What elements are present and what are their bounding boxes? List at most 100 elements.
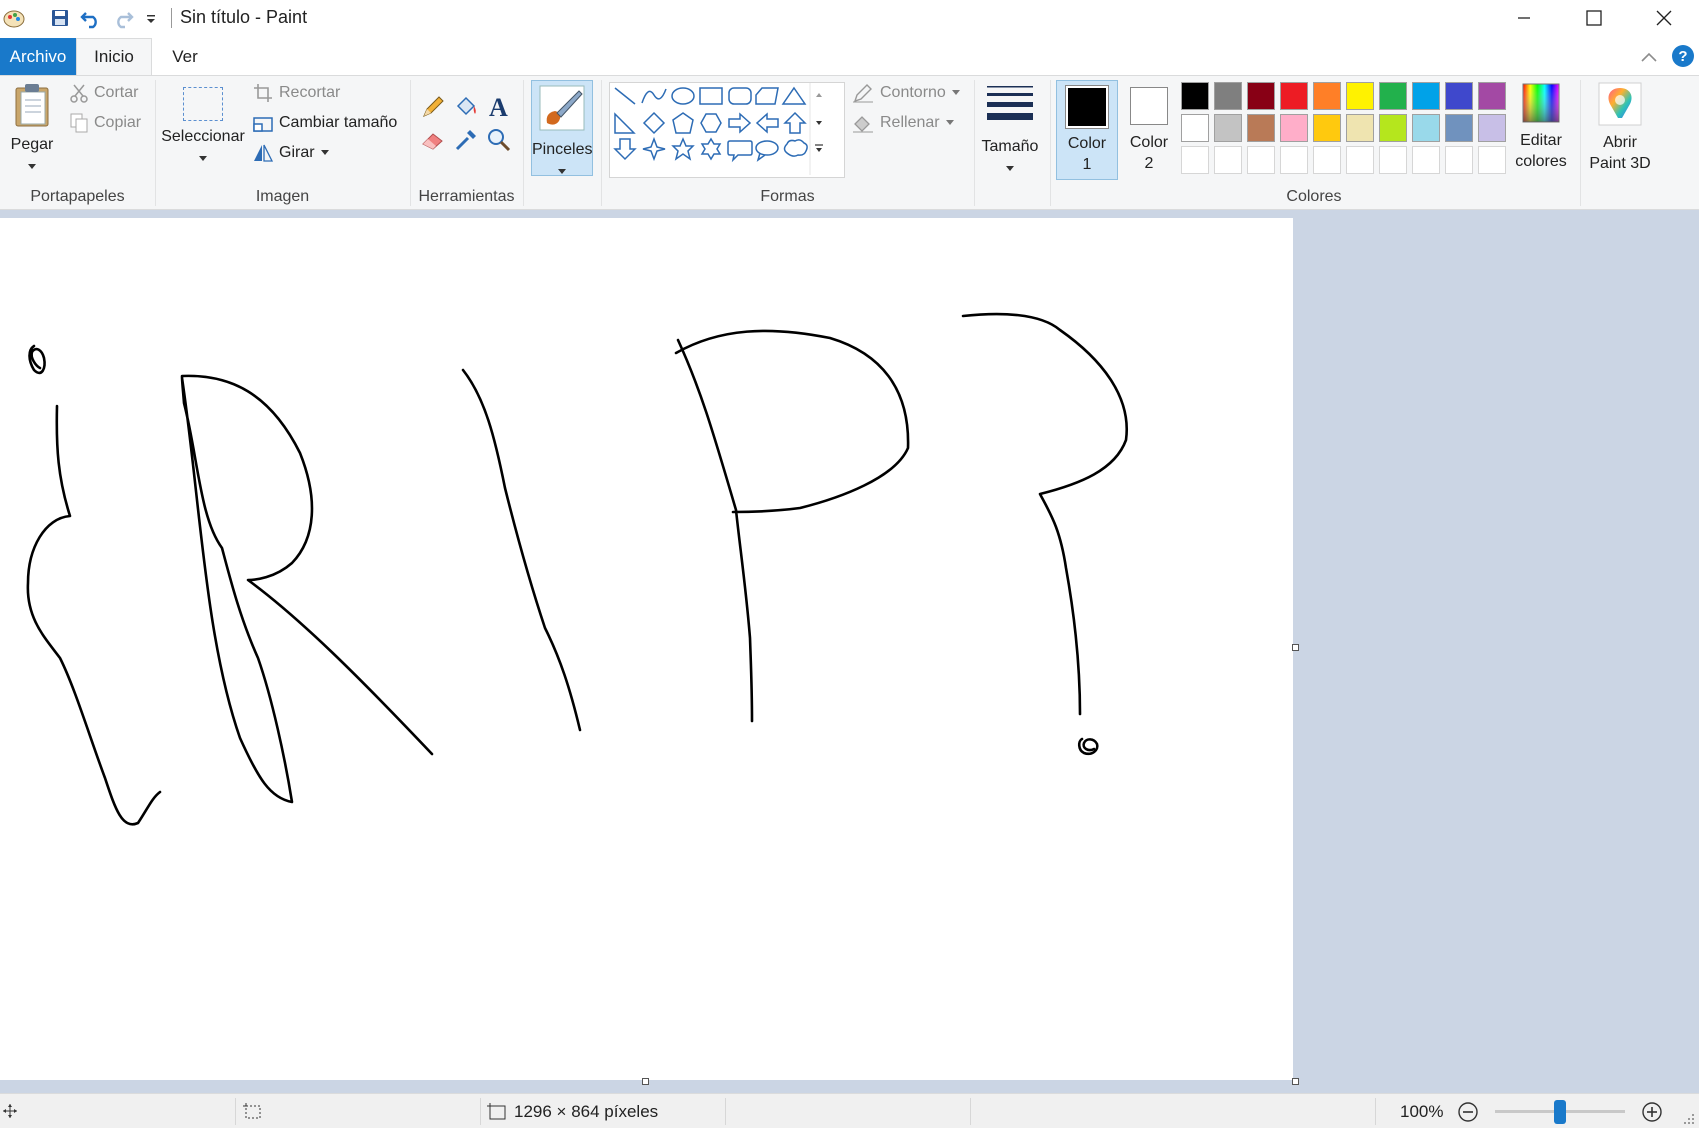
brushes-button[interactable]: Pinceles — [531, 80, 593, 176]
workspace — [0, 210, 1699, 1093]
paint3d-icon — [1598, 82, 1642, 126]
crop-button[interactable]: Recortar — [253, 80, 340, 106]
paste-label: Pegar — [10, 136, 54, 153]
status-separator — [480, 1098, 481, 1125]
palette-color-swatch[interactable] — [1346, 114, 1374, 142]
maximize-button[interactable] — [1559, 0, 1629, 36]
palette-custom-slot[interactable] — [1478, 146, 1506, 174]
pencil-icon[interactable] — [420, 94, 446, 120]
fill-bucket-icon[interactable] — [453, 94, 479, 120]
close-icon — [1656, 10, 1672, 26]
palette-custom-slot[interactable] — [1379, 146, 1407, 174]
palette-color-swatch[interactable] — [1346, 82, 1374, 110]
open-paint3d-button[interactable]: Abrir Paint 3D — [1585, 80, 1655, 180]
edit-colors-label-2: colores — [1515, 153, 1567, 170]
color1-button[interactable]: Color 1 — [1056, 80, 1118, 180]
color2-swatch — [1133, 90, 1165, 122]
color2-button[interactable]: Color 2 — [1118, 80, 1180, 180]
size-button[interactable]: Tamaño — [978, 80, 1042, 180]
outline-icon — [853, 84, 873, 103]
zoom-in-icon[interactable] — [1641, 1101, 1663, 1123]
palette-color-swatch[interactable] — [1379, 114, 1407, 142]
palette-custom-slot[interactable] — [1412, 146, 1440, 174]
imagen-group-label: Imagen — [255, 188, 310, 205]
brushes-label: Pinceles — [532, 141, 593, 158]
palette-color-swatch[interactable] — [1412, 82, 1440, 110]
outline-dropdown-icon — [951, 90, 960, 95]
stroke-letter-i — [461, 368, 582, 732]
canvas-size-icon — [487, 1103, 506, 1120]
collapse-ribbon-icon[interactable] — [1640, 50, 1658, 64]
palette-custom-slot[interactable] — [1346, 146, 1374, 174]
resize-button[interactable]: Cambiar tamaño — [253, 110, 397, 136]
palette-color-swatch[interactable] — [1214, 114, 1242, 142]
fill-dropdown-icon — [945, 120, 954, 125]
rotate-dropdown-icon — [320, 150, 329, 155]
color-picker-icon[interactable] — [453, 127, 479, 153]
canvas-resize-handle-right[interactable] — [1292, 644, 1299, 651]
undo-icon[interactable] — [80, 7, 102, 29]
save-icon[interactable] — [50, 8, 70, 28]
palette-color-swatch[interactable] — [1280, 114, 1308, 142]
paint3d-label-2: Paint 3D — [1589, 155, 1651, 172]
fill-button[interactable]: Rellenar — [852, 110, 954, 136]
palette-custom-slot[interactable] — [1445, 146, 1473, 174]
palette-custom-slot[interactable] — [1247, 146, 1275, 174]
palette-color-swatch[interactable] — [1181, 82, 1209, 110]
canvas-resize-handle-bottom[interactable] — [642, 1078, 649, 1085]
select-button[interactable]: Seleccionar — [160, 80, 246, 180]
palette-custom-slot[interactable] — [1313, 146, 1341, 174]
resize-grip-icon[interactable] — [1682, 1112, 1696, 1126]
palette-color-swatch[interactable] — [1445, 114, 1473, 142]
text-icon[interactable]: A — [486, 92, 514, 120]
customize-quick-access-icon[interactable] — [144, 12, 158, 26]
zoom-slider-thumb[interactable] — [1554, 1100, 1566, 1124]
close-button[interactable] — [1629, 0, 1699, 36]
palette-color-swatch[interactable] — [1214, 82, 1242, 110]
palette-color-swatch[interactable] — [1412, 114, 1440, 142]
color1-label: Color — [1067, 135, 1107, 152]
edit-colors-button[interactable]: Editar colores — [1510, 80, 1572, 180]
tab-inicio[interactable]: Inicio — [76, 38, 152, 75]
magnifier-icon[interactable] — [486, 127, 512, 153]
palette-custom-slot[interactable] — [1280, 146, 1308, 174]
palette-color-swatch[interactable] — [1181, 114, 1209, 142]
copy-button[interactable]: Copiar — [70, 110, 141, 136]
palette-color-swatch[interactable] — [1478, 114, 1506, 142]
palette-custom-slot[interactable] — [1181, 146, 1209, 174]
minimize-button[interactable] — [1489, 0, 1559, 36]
scissors-icon — [70, 84, 88, 103]
status-bar: 1296 × 864 píxeles 100% — [0, 1093, 1699, 1128]
palette-color-swatch[interactable] — [1247, 114, 1275, 142]
palette-color-swatch[interactable] — [1445, 82, 1473, 110]
palette-color-swatch[interactable] — [1379, 82, 1407, 110]
help-icon[interactable]: ? — [1672, 45, 1694, 67]
paste-button[interactable]: Pegar — [6, 80, 58, 180]
minimize-icon — [1518, 17, 1530, 19]
palette-color-swatch[interactable] — [1313, 82, 1341, 110]
rotate-button[interactable]: Girar — [253, 140, 329, 166]
palette-color-swatch[interactable] — [1313, 114, 1341, 142]
crop-label: Recortar — [279, 84, 341, 101]
tab-archivo[interactable]: Archivo — [0, 38, 76, 75]
palette-color-swatch[interactable] — [1478, 82, 1506, 110]
stroke-inverted-question — [26, 404, 162, 826]
ribbon: Pegar Cortar Copiar Portapapeles Selecci… — [0, 75, 1699, 210]
status-separator — [1375, 1098, 1376, 1125]
cut-button[interactable]: Cortar — [70, 80, 138, 106]
palette-color-swatch[interactable] — [1247, 82, 1275, 110]
rotate-label: Girar — [279, 144, 315, 161]
ribbon-tabs: Archivo Inicio Ver ? — [0, 38, 1699, 75]
palette-color-swatch[interactable] — [1280, 82, 1308, 110]
select-dropdown-icon — [199, 156, 207, 161]
tab-ver[interactable]: Ver — [152, 38, 218, 75]
palette-custom-slot[interactable] — [1214, 146, 1242, 174]
outline-button[interactable]: Contorno — [852, 80, 960, 106]
redo-icon[interactable] — [112, 7, 134, 29]
eraser-icon[interactable] — [420, 127, 446, 153]
paint-app-icon[interactable] — [2, 6, 26, 30]
stroke-inverted-question-dot — [28, 344, 46, 375]
drawing-canvas[interactable] — [0, 218, 1293, 1080]
zoom-out-icon[interactable] — [1457, 1101, 1479, 1123]
canvas-resize-handle-corner[interactable] — [1292, 1078, 1299, 1085]
